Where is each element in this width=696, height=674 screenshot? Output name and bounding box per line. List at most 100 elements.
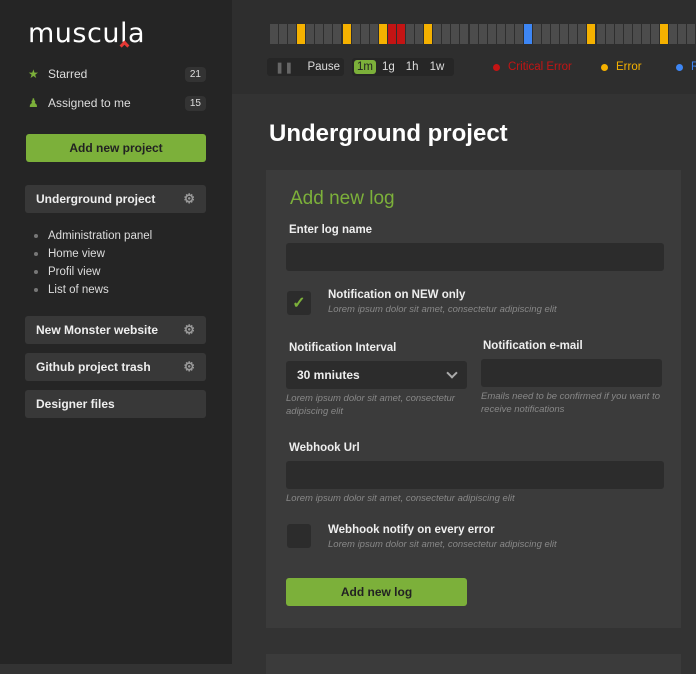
legend-label: Error (616, 61, 642, 73)
timeline-segment[interactable] (605, 24, 614, 44)
nav-assigned[interactable]: ♟ Assigned to me 15 (28, 94, 206, 112)
timeline-segment[interactable] (614, 24, 623, 44)
timeline-segment[interactable] (660, 24, 668, 44)
subitem-home[interactable]: Home view (34, 248, 105, 260)
pause-label: Pause (307, 61, 341, 73)
add-log-form: Add new log Enter log name ✓ Notificatio… (266, 170, 681, 628)
timeline-segment[interactable] (551, 24, 560, 44)
legend-label: R (691, 61, 696, 73)
range-1g[interactable]: 1g (382, 61, 395, 73)
gear-icon[interactable]: ⚙ (183, 359, 195, 375)
timeline-segment[interactable] (396, 24, 405, 44)
dot-icon (676, 63, 683, 71)
page-title: Underground project (269, 120, 508, 147)
project-github[interactable]: Github project trash ⚙ (25, 353, 206, 381)
sidebar: muscula ★ Starred 21 ♟ Assigned to me 15… (0, 0, 232, 664)
timeline-segment[interactable] (478, 24, 487, 44)
project-label: Github project trash (36, 360, 151, 374)
timeline-segment[interactable] (578, 24, 587, 44)
timeline-segment[interactable] (560, 24, 569, 44)
subitem-administration[interactable]: Administration panel (34, 230, 152, 242)
gear-icon[interactable]: ⚙ (183, 322, 195, 338)
count-badge: 15 (184, 95, 206, 111)
timeline-segment[interactable] (632, 24, 641, 44)
project-label: Designer files (36, 397, 115, 411)
timeline-segment[interactable] (288, 24, 297, 44)
webhook-notify-hint: Lorem ipsum dolor sit amet, consectetur … (328, 539, 557, 550)
subitem-profil[interactable]: Profil view (34, 266, 100, 278)
timeline-segment[interactable] (496, 24, 505, 44)
timeline-segment[interactable] (406, 24, 415, 44)
log-name-label: Enter log name (289, 224, 373, 236)
timeline-segment[interactable] (542, 24, 551, 44)
timeline-segment[interactable] (669, 24, 678, 44)
timeline-segment[interactable] (433, 24, 442, 44)
timeline-segment[interactable] (650, 24, 659, 44)
timeline-segment[interactable] (360, 24, 369, 44)
subitem-label: List of news (48, 284, 109, 296)
timeline-segment[interactable] (569, 24, 578, 44)
timeline-bar: ❚❚ Pause 1m 1g 1h 1w Critical Error Erro… (232, 0, 696, 94)
gear-icon[interactable]: ⚙ (183, 191, 195, 207)
timeline-segment[interactable] (451, 24, 460, 44)
timeline-segment[interactable] (324, 24, 333, 44)
timeline-segment[interactable] (533, 24, 542, 44)
timeline-segment[interactable] (342, 24, 351, 44)
timeline-segment[interactable] (487, 24, 496, 44)
subitem-news[interactable]: List of news (34, 284, 109, 296)
timeline-segment[interactable] (279, 24, 288, 44)
timeline-segment[interactable] (623, 24, 632, 44)
nav-starred[interactable]: ★ Starred 21 (28, 65, 206, 83)
timeline-segment[interactable] (505, 24, 514, 44)
timeline-segment[interactable] (523, 24, 532, 44)
subitem-label: Administration panel (48, 230, 153, 242)
timeline-segment[interactable] (460, 24, 469, 44)
timeline-segment[interactable] (596, 24, 605, 44)
legend-info: R (676, 61, 696, 73)
timeline-segment[interactable] (678, 24, 687, 44)
timeline-segment[interactable] (270, 24, 278, 44)
log-name-input[interactable] (286, 243, 664, 271)
timeline-segment[interactable] (306, 24, 315, 44)
email-input[interactable] (481, 359, 662, 387)
nav-label: Assigned to me (48, 96, 131, 110)
timeline-segment[interactable] (415, 24, 424, 44)
timeline-segment[interactable] (351, 24, 360, 44)
pause-button[interactable]: ❚❚ Pause (267, 58, 344, 76)
webhook-notify-label: Webhook notify on every error (328, 524, 495, 536)
timeline-segment[interactable] (587, 24, 596, 44)
user-icon: ♟ (28, 96, 39, 110)
interval-select[interactable]: 30 mniutes (286, 361, 467, 389)
timeline-segment[interactable] (641, 24, 650, 44)
timeline-segment[interactable] (297, 24, 306, 44)
range-1w[interactable]: 1w (430, 61, 445, 73)
timeline-segment[interactable] (469, 24, 478, 44)
webhook-label: Webhook Url (289, 442, 360, 454)
nav-label: Starred (48, 67, 88, 81)
timeline-segment[interactable] (369, 24, 378, 44)
timeline-segment[interactable] (442, 24, 451, 44)
timeline-segment[interactable] (514, 24, 523, 44)
range-1h[interactable]: 1h (406, 61, 419, 73)
project-label: New Monster website (36, 323, 159, 337)
add-project-button[interactable]: Add new project (26, 134, 206, 162)
dot-icon (493, 63, 500, 71)
notify-new-hint: Lorem ipsum dolor sit amet, consectetur … (328, 304, 557, 315)
project-monster[interactable]: New Monster website ⚙ (25, 316, 206, 344)
subitem-label: Profil view (48, 266, 101, 278)
notify-new-checkbox[interactable]: ✓ (287, 291, 311, 315)
timeline-segment[interactable] (424, 24, 433, 44)
timeline-segment[interactable] (315, 24, 324, 44)
email-hint: Emails need to be confirmed if you want … (481, 391, 661, 415)
webhook-notify-checkbox[interactable] (287, 524, 311, 548)
timeline-segment[interactable] (387, 24, 396, 44)
project-designer[interactable]: Designer files (25, 390, 206, 418)
webhook-input[interactable] (286, 461, 664, 489)
pause-icon: ❚❚ (275, 61, 294, 74)
timeline-segment[interactable] (333, 24, 342, 44)
timeline-segment[interactable] (687, 24, 696, 44)
range-1m[interactable]: 1m (354, 60, 376, 74)
project-underground[interactable]: Underground project ⚙ (25, 185, 206, 213)
timeline-segment[interactable] (378, 24, 387, 44)
add-log-button[interactable]: Add new log (286, 578, 467, 606)
